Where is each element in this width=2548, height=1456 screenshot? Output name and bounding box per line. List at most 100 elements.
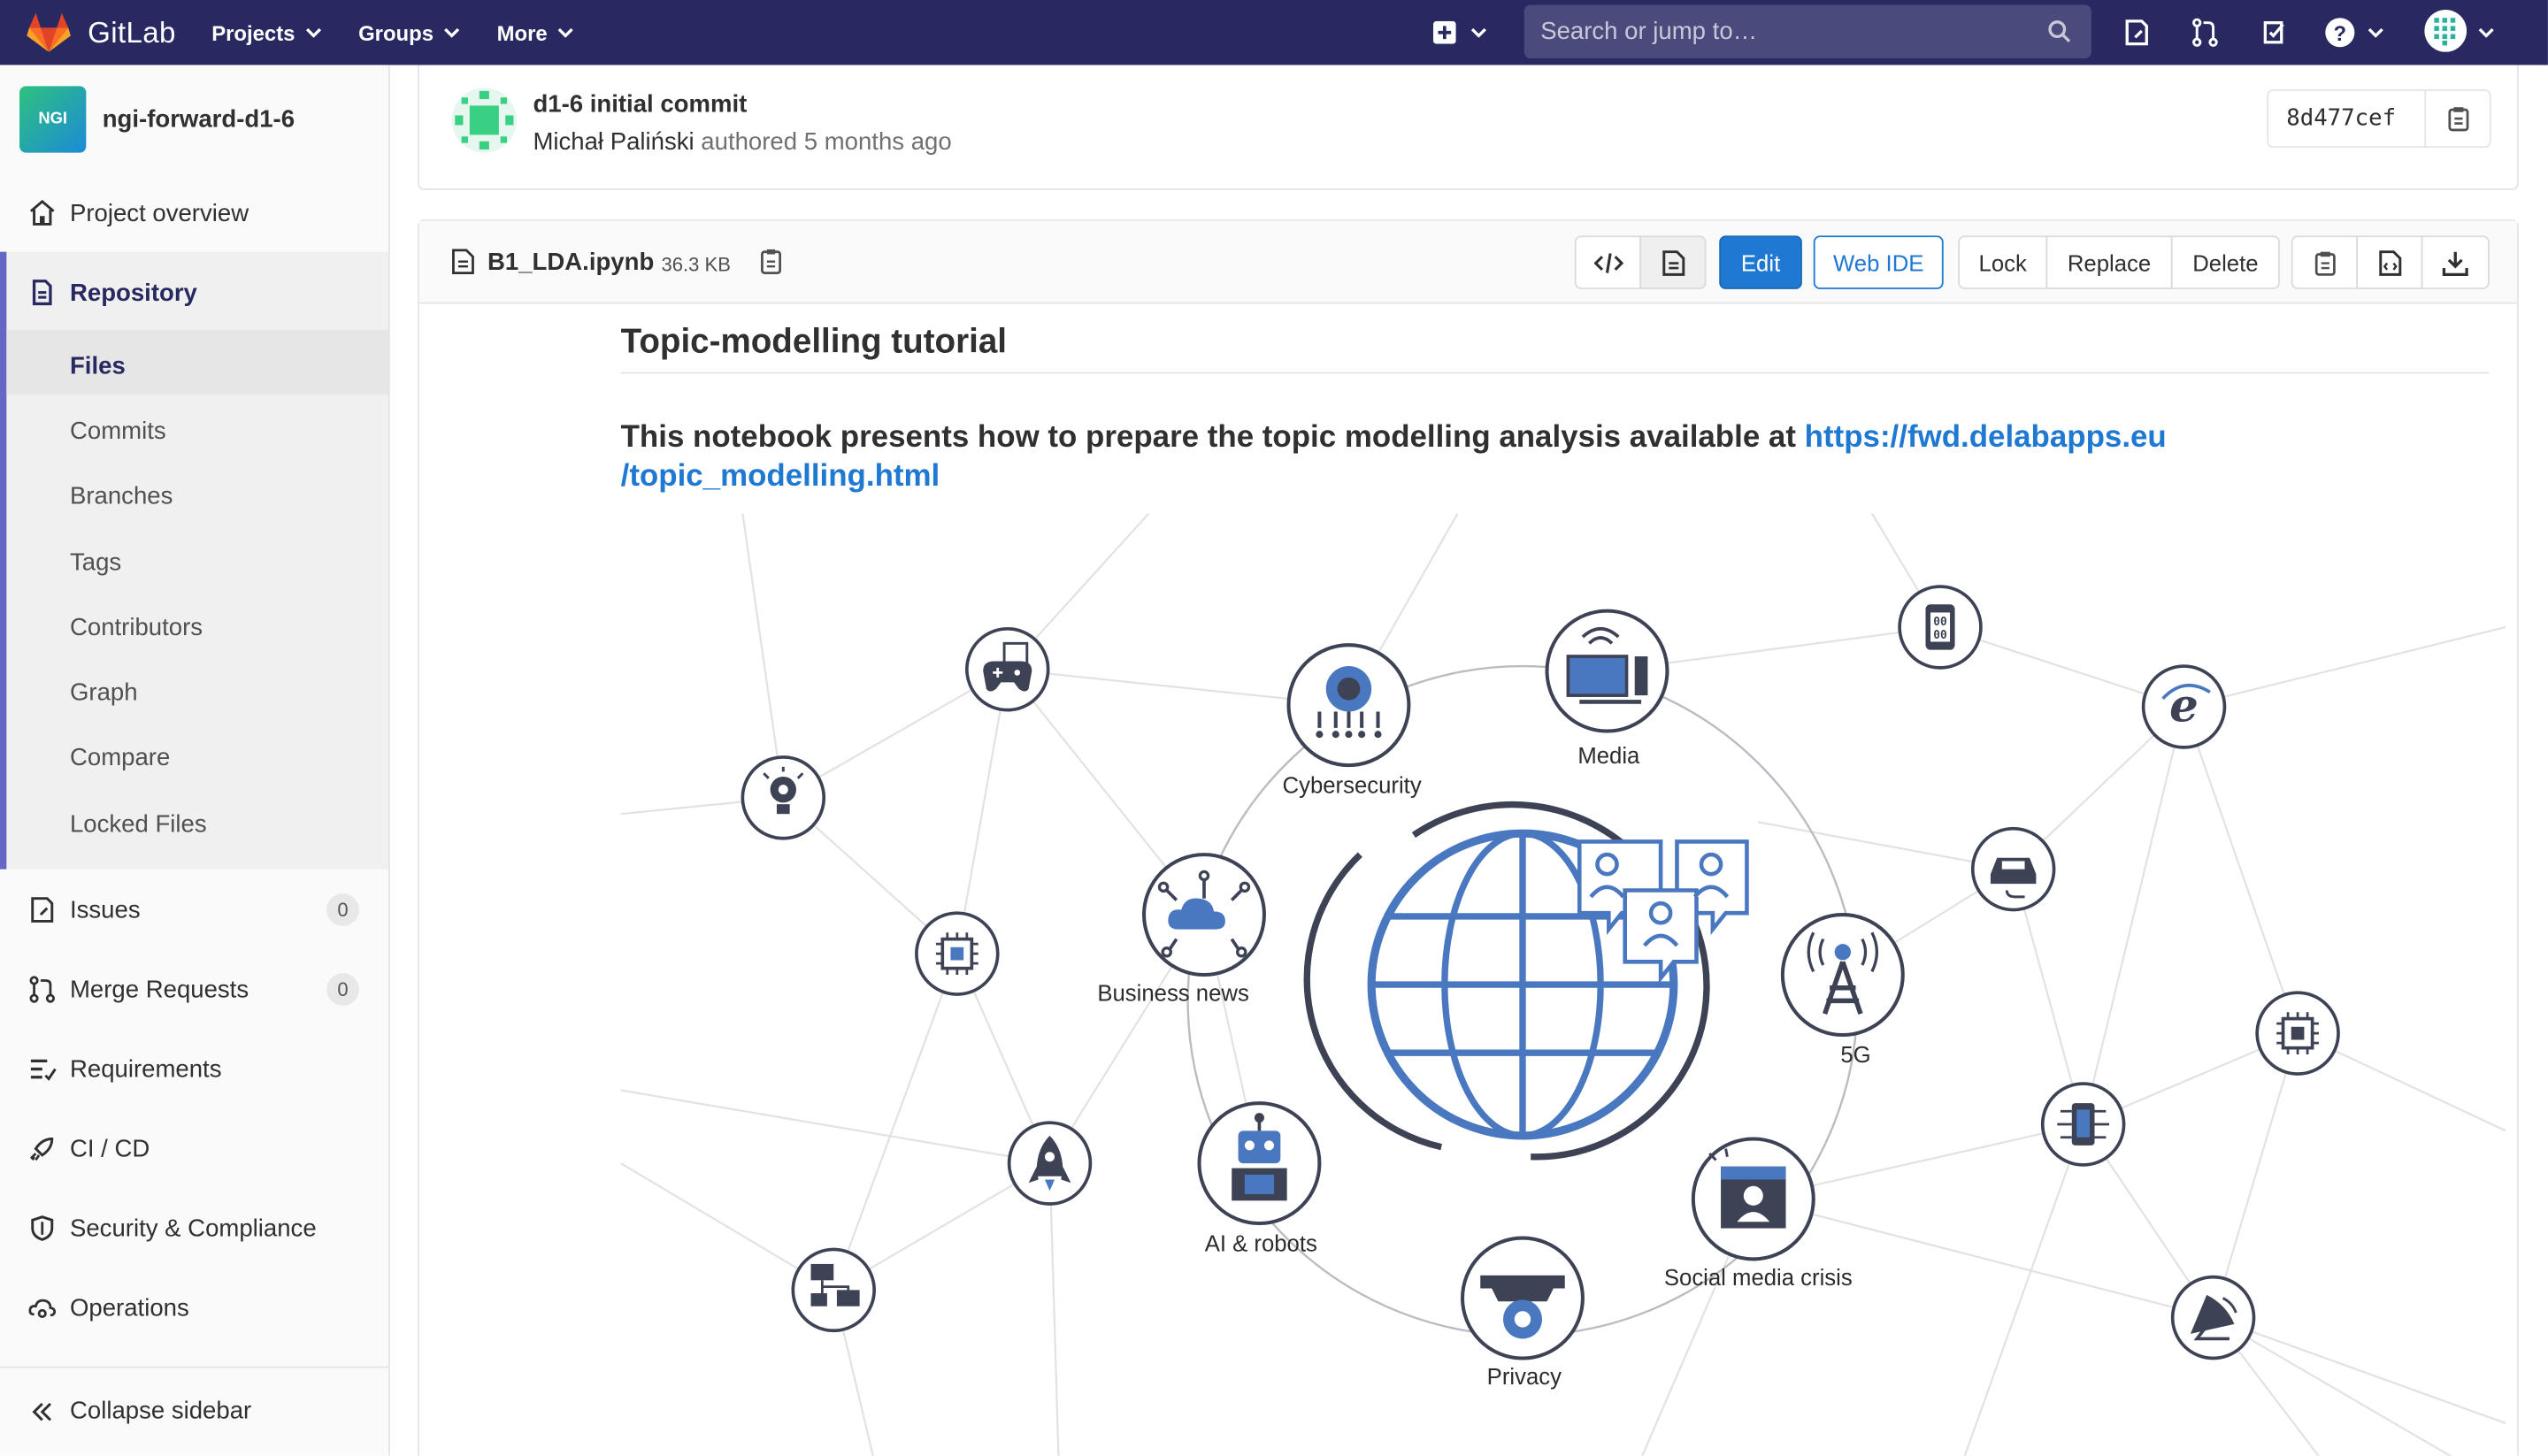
sidebar-item-label: Security & Compliance <box>69 1214 317 1243</box>
commit-sha-group: 8d477cef <box>2267 89 2491 149</box>
cybersecurity-icon <box>1286 643 1411 768</box>
home-icon <box>29 199 55 226</box>
project-sidebar: NGI ngi-forward-d1-6 Project overview Re… <box>0 65 390 1456</box>
topic-network-illustration: Cybersecurity Media Business news 5G AI … <box>620 513 2506 1456</box>
gitlab-logo-icon <box>27 12 71 52</box>
new-dropdown[interactable] <box>1430 16 1494 49</box>
author-avatar[interactable] <box>450 86 518 154</box>
label-media: Media <box>1577 744 1640 769</box>
copy-contents-button[interactable] <box>2291 235 2359 289</box>
privacy-camera-icon <box>1461 1236 1585 1360</box>
svg-text:00: 00 <box>1933 616 1946 629</box>
user-avatar-icon <box>2424 10 2467 52</box>
issues-icon <box>31 897 54 923</box>
sidebar-item-label: Files <box>69 351 126 379</box>
project-header[interactable]: NGI ngi-forward-d1-6 <box>19 86 295 153</box>
user-menu[interactable] <box>2424 10 2498 55</box>
document-icon <box>1662 249 1685 275</box>
chevron-down-icon <box>2368 27 2383 38</box>
label-social-media-crisis: Social media crisis <box>1664 1266 1853 1291</box>
sidebar-subitem-graph[interactable]: Graph <box>0 674 388 709</box>
clipboard-icon <box>2314 250 2335 275</box>
copy-sha-button[interactable] <box>2424 90 2490 147</box>
lock-button[interactable]: Lock <box>1958 235 2048 289</box>
groups-menu[interactable]: Groups <box>358 20 461 45</box>
edit-button[interactable]: Edit <box>1719 235 1802 289</box>
project-name: ngi-forward-d1-6 <box>102 105 295 134</box>
intro-text: This notebook presents how to prepare th… <box>620 420 1805 456</box>
requirements-icon <box>30 1059 57 1081</box>
sidebar-item-repository[interactable]: Repository <box>0 274 388 310</box>
title-divider <box>620 372 2490 374</box>
search-icon <box>2048 20 2071 43</box>
delete-button[interactable]: Delete <box>2170 235 2280 289</box>
file-title-bar: B1_LDA.ipynb 36.3 KB Edit Web IDE Lock R… <box>418 220 2518 304</box>
download-button[interactable] <box>2421 235 2490 289</box>
5g-tower-icon <box>1780 913 1905 1037</box>
smartwatch-icon: 00 00 <box>1898 585 1983 670</box>
sidebar-item-cicd[interactable]: CI / CD <box>0 1130 388 1166</box>
label-cybersecurity: Cybersecurity <box>1283 773 1422 798</box>
collapse-sidebar-button[interactable]: Collapse sidebar <box>0 1366 388 1456</box>
sidebar-item-issues[interactable]: Issues 0 <box>0 892 388 927</box>
electric-car-icon <box>1970 826 2056 912</box>
issues-count-badge: 0 <box>326 893 359 926</box>
display-rich-button[interactable] <box>1639 235 1707 289</box>
sidebar-item-label: Commits <box>69 417 166 445</box>
sidebar-subitem-compare[interactable]: Compare <box>0 739 388 775</box>
commit-title[interactable]: d1-6 initial commit <box>533 91 747 119</box>
sidebar-subitem-locked-files[interactable]: Locked Files <box>0 806 388 841</box>
sidebar-item-label: Requirements <box>69 1054 222 1084</box>
display-source-button[interactable] <box>1574 235 1642 289</box>
brand-name: GitLab <box>88 15 176 49</box>
sidebar-subitem-tags[interactable]: Tags <box>0 544 388 579</box>
media-icon <box>1545 609 1669 733</box>
open-raw-button[interactable] <box>2356 235 2423 289</box>
sidebar-item-label: Branches <box>69 481 173 510</box>
plus-square-icon <box>1432 20 1456 44</box>
sidebar-item-requirements[interactable]: Requirements <box>0 1051 388 1086</box>
web-ide-button[interactable]: Web IDE <box>1813 235 1944 289</box>
double-chevron-left-icon <box>32 1402 51 1422</box>
svg-text:00: 00 <box>1933 629 1946 642</box>
sidebar-item-overview[interactable]: Project overview <box>0 195 388 230</box>
issues-nav-icon[interactable] <box>2121 16 2153 49</box>
projects-menu[interactable]: Projects <box>211 20 322 45</box>
sidebar-item-label: Contributors <box>69 613 203 641</box>
nav-menu: Projects Groups More <box>211 20 610 45</box>
gitlab-home-link[interactable]: GitLab <box>26 0 175 65</box>
sidebar-item-label: Project overview <box>69 198 249 227</box>
groups-label: Groups <box>358 19 434 45</box>
sidebar-item-label: Tags <box>69 548 122 577</box>
sidebar-subitem-branches[interactable]: Branches <box>0 478 388 513</box>
search-input[interactable]: Search or jump to… <box>1523 4 2091 59</box>
label-business-news: Business news <box>1097 981 1248 1006</box>
sidebar-subitem-files[interactable]: Files <box>0 348 388 383</box>
document-icon <box>32 280 52 306</box>
shield-icon <box>31 1215 54 1241</box>
rocket-launch-icon <box>1007 1121 1093 1206</box>
project-avatar: NGI <box>19 86 87 153</box>
sidebar-subitem-commits[interactable]: Commits <box>0 413 388 448</box>
sidebar-subitem-contributors[interactable]: Contributors <box>0 609 388 645</box>
label-privacy: Privacy <box>1487 1365 1562 1390</box>
commit-author[interactable]: Michał Paliński <box>533 128 694 156</box>
chip-icon <box>2255 991 2340 1076</box>
more-menu[interactable]: More <box>497 20 575 45</box>
more-label: More <box>496 19 548 45</box>
sidebar-item-security[interactable]: Security & Compliance <box>0 1210 388 1245</box>
merge-requests-nav-icon[interactable] <box>2189 16 2222 49</box>
replace-button[interactable]: Replace <box>2045 235 2173 289</box>
sidebar-item-merge-requests[interactable]: Merge Requests 0 <box>0 971 388 1007</box>
merge-requests-count-badge: 0 <box>326 973 359 1006</box>
copy-path-icon[interactable] <box>759 247 785 276</box>
projects-label: Projects <box>211 19 295 45</box>
commit-sha[interactable]: 8d477cef <box>2268 105 2425 131</box>
help-dropdown[interactable]: ? <box>2323 15 2391 50</box>
rocket-icon <box>29 1138 54 1161</box>
todos-nav-icon[interactable] <box>2259 16 2291 49</box>
social-media-crisis-icon <box>1691 1137 1815 1261</box>
chevron-down-icon <box>1470 27 1486 38</box>
sidebar-item-operations[interactable]: Operations <box>0 1290 388 1325</box>
file-size: 36.3 KB <box>661 253 731 277</box>
